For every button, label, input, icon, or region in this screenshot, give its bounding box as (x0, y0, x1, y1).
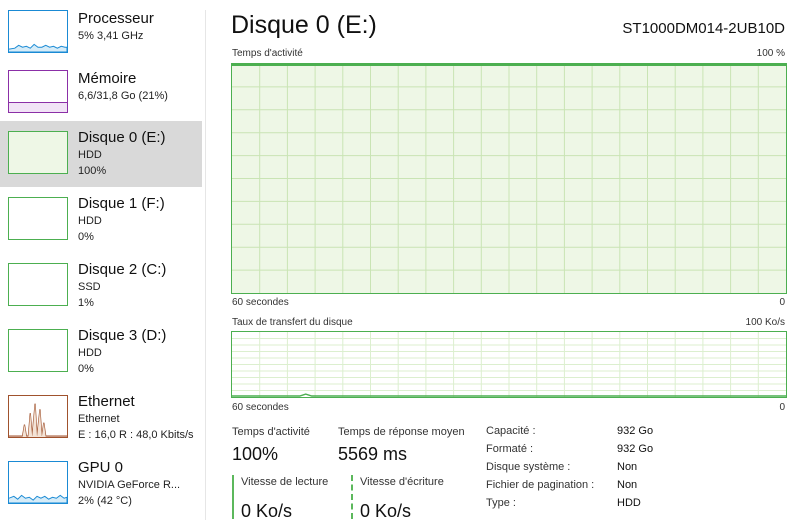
sidebar-item-title: Disque 2 (C:) (78, 261, 167, 278)
activity-time-value: 100% (232, 444, 279, 464)
sidebar-item-ethernet[interactable]: Ethernet Ethernet E : 16,0 R : 48,0 Kbit… (0, 385, 202, 451)
sidebar-item-usage: 0% (78, 231, 94, 243)
property-formatted-label: Formaté : (486, 443, 534, 455)
memory-thumbnail-graph (8, 70, 68, 113)
sidebar-item-detail: 6,6/31,8 Go (21%) (78, 90, 168, 102)
response-time-label: Temps de réponse moyen (338, 426, 465, 438)
transfer-graph-label: Taux de transfert du disque (232, 317, 353, 328)
transfer-graph (231, 331, 787, 398)
activity-graph-label: Temps d'activité (232, 48, 303, 59)
disk-2-thumbnail-graph (8, 263, 68, 306)
sidebar-item-title: Processeur (78, 10, 154, 27)
sidebar-item-type: SSD (78, 281, 101, 293)
property-system-disk-value: Non (617, 461, 638, 473)
sidebar-item-detail: 5% 3,41 GHz (78, 30, 144, 42)
disk-0-thumbnail-graph (8, 131, 68, 174)
sidebar-item-usage: 2% (42 °C) (78, 495, 132, 507)
property-capacity-label: Capacité : (486, 425, 536, 437)
activity-graph-min-label: 0 (779, 297, 785, 308)
transfer-graph-time-label: 60 secondes (232, 402, 289, 413)
sidebar-item-type: HDD (78, 215, 102, 227)
property-capacity-value: 932 Go (617, 425, 654, 437)
sidebar-item-processeur[interactable]: Processeur 5% 3,41 GHz (0, 4, 202, 70)
sidebar-item-usage: 1% (78, 297, 94, 309)
sidebar-item-model: NVIDIA GeForce R... (78, 479, 181, 491)
disk-1-thumbnail-graph (8, 197, 68, 240)
activity-graph-max-label: 100 % (756, 48, 785, 59)
read-speed-label: Vitesse de lecture (241, 476, 329, 488)
activity-graph-time-label: 60 secondes (232, 297, 289, 308)
sidebar-item-disque-3[interactable]: Disque 3 (D:) HDD 0% (0, 319, 202, 385)
sidebar-item-type: HDD (78, 347, 102, 359)
sidebar-item-usage: 0% (78, 363, 94, 375)
disk-model: ST1000DM014-2UB10D (622, 20, 785, 37)
property-pagefile-label: Fichier de pagination : (486, 479, 595, 491)
sidebar-item-gpu-0[interactable]: GPU 0 NVIDIA GeForce R... 2% (42 °C) (0, 451, 202, 517)
write-speed-value: 0 Ko/s (360, 501, 412, 521)
sidebar-item-title: Mémoire (78, 70, 137, 87)
property-system-disk-label: Disque système : (486, 461, 571, 473)
response-time-value: 5569 ms (338, 444, 408, 464)
ethernet-thumbnail-graph (8, 395, 68, 438)
sidebar-item-type: HDD (78, 149, 102, 161)
transfer-graph-max-label: 100 Ko/s (745, 317, 785, 328)
sidebar-item-title: Disque 0 (E:) (78, 129, 166, 146)
property-pagefile-value: Non (617, 479, 638, 491)
sidebar: Processeur 5% 3,41 GHz Mémoire 6,6/31,8 … (0, 0, 204, 526)
sidebar-item-adapter: Ethernet (78, 413, 120, 425)
property-type-value: HDD (617, 497, 641, 509)
read-speed-value: 0 Ko/s (241, 501, 293, 521)
sidebar-item-title: GPU 0 (78, 459, 124, 476)
write-speed-label: Vitesse d'écriture (360, 476, 444, 488)
read-speed-block: Vitesse de lecture 0 Ko/s (232, 475, 329, 521)
sidebar-item-disque-2[interactable]: Disque 2 (C:) SSD 1% (0, 253, 202, 319)
activity-time-label: Temps d'activité (232, 426, 310, 438)
sidebar-divider (205, 10, 206, 520)
sidebar-item-disque-1[interactable]: Disque 1 (F:) HDD 0% (0, 187, 202, 253)
property-formatted-value: 932 Go (617, 443, 654, 455)
sidebar-item-throughput: E : 16,0 R : 48,0 Kbits/s (78, 429, 194, 441)
sidebar-item-title: Disque 1 (F:) (78, 195, 165, 212)
sidebar-item-disque-0[interactable]: Disque 0 (E:) HDD 100% (0, 121, 202, 187)
activity-graph (231, 63, 787, 294)
property-type-label: Type : (486, 497, 516, 509)
write-speed-block: Vitesse d'écriture 0 Ko/s (351, 475, 444, 521)
disk-3-thumbnail-graph (8, 329, 68, 372)
gpu-thumbnail-graph (8, 461, 68, 504)
sidebar-item-title: Ethernet (78, 393, 135, 410)
transfer-graph-min-label: 0 (779, 402, 785, 413)
page-title: Disque 0 (E:) (231, 11, 377, 39)
sidebar-item-usage: 100% (78, 165, 107, 177)
sidebar-item-title: Disque 3 (D:) (78, 327, 167, 344)
cpu-thumbnail-graph (8, 10, 68, 53)
